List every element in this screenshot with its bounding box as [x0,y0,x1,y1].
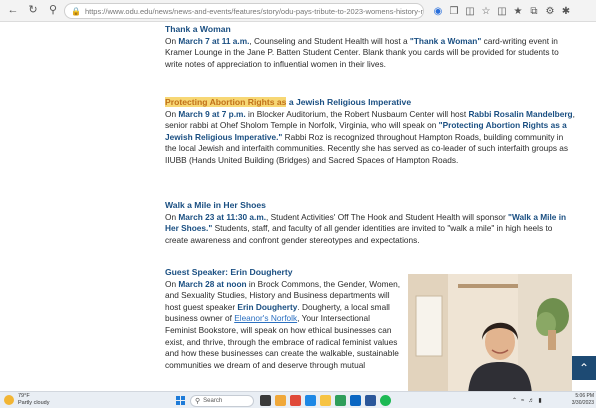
section-guest-speaker: Guest Speaker: Erin Dougherty On March 2… [165,267,401,371]
favorite-icon[interactable]: ☆ [478,3,494,19]
split-screen-icon[interactable]: ◫ [462,3,478,19]
favorites-list-icon[interactable]: ★ [510,3,526,19]
section-heading: Thank a Woman [165,24,231,34]
copilot-icon[interactable]: ✱ [558,3,574,19]
section-body: On March 23 at 11:30 a.m., Student Activ… [165,212,575,247]
search-label: Search [203,397,223,404]
body-text: Students, staff, and faculty of all gend… [165,223,553,245]
highlighted-text: Protecting Abortion Rights as [165,97,287,107]
body-text: , Counseling and Student Health will hos… [249,35,410,46]
sidebar-icon[interactable]: ◫ [494,3,510,19]
search-icon: ⚲ [195,397,201,405]
chevron-up-icon: ⌃ [578,361,590,375]
bold-text: March 23 at 11:30 a.m. [178,211,267,222]
bold-text: Erin Dougherty [237,301,298,312]
body-text: , Student Activities' Off The Hook and S… [266,211,509,222]
reload-icon[interactable]: ↻ [26,4,40,18]
bold-text: "Thank a Woman" [409,35,482,46]
collections-icon[interactable]: ⧉ [526,3,542,19]
chevron-up-icon[interactable]: ⌃ [512,397,517,404]
edge-icon[interactable] [305,395,316,406]
body-text: On [165,278,179,289]
bold-text: Rabbi Rosalin Mandelberg [468,108,573,119]
address-bar[interactable]: 🔒 https://www.odu.edu/news/news-and-even… [64,3,424,19]
spotify-icon[interactable] [380,395,391,406]
folder-icon[interactable] [320,395,331,406]
body-text: On [165,211,179,222]
browser-toolbar: ← ↻ ⚲ 🔒 https://www.odu.edu/news/news-an… [0,0,596,22]
section-walk-a-mile: Walk a Mile in Her Shoes On March 23 at … [165,200,575,246]
scroll-to-top-button[interactable]: ⌃ [572,356,596,380]
file-explorer-icon[interactable] [275,395,286,406]
body-text: in Blocker Auditorium, the Robert Nusbau… [245,108,469,119]
heading-rest: a Jewish Religious Imperative [286,97,412,107]
weather-icon [4,394,14,405]
speaker-photo-image [408,274,572,394]
store-icon[interactable] [335,395,346,406]
section-heading: Guest Speaker: Erin Dougherty [165,267,293,277]
clock-date: 3/30/2023 [571,399,594,406]
section-body: On March 28 at noon in Brock Commons, th… [165,279,401,372]
start-button[interactable] [176,395,186,406]
section-body: On March 9 at 7 p.m. in Blocker Auditori… [165,109,575,167]
section-body: On March 7 at 11 a.m., Counseling and St… [165,36,575,71]
body-text: On [165,108,179,119]
word-icon[interactable] [365,395,376,406]
lock-icon: 🔒 [71,6,81,16]
url-text: https://www.odu.edu/news/news-and-events… [84,6,424,16]
section-heading: Walk a Mile in Her Shoes [165,200,266,210]
bookstore-link[interactable]: Eleanor's Norfolk [234,313,297,323]
taskbar-search[interactable]: ⚲ Search [190,394,254,407]
taskbar: 79°F Partly cloudy ⚲ Search ⌃ ≈ ♬ ▮ 5:06… [0,391,596,408]
search-icon[interactable]: ⚲ [46,4,60,18]
section-heading: Protecting Abortion Rights as a Jewish R… [165,97,575,109]
extension-icon[interactable]: ◉ [430,3,446,19]
bold-text: March 9 at 7 p.m. [178,108,246,119]
back-icon[interactable]: ← [6,4,20,18]
task-view-icon[interactable] [260,395,271,406]
mail-icon[interactable] [350,395,361,406]
read-aloud-icon[interactable]: ❒ [446,3,462,19]
extensions-icon[interactable]: ⚙ [542,3,558,19]
bold-text: March 7 at 11 a.m. [178,35,250,46]
weather-desc: Partly cloudy [18,399,50,406]
section-thank-a-woman: Thank a Woman On March 7 at 11 a.m., Cou… [165,24,575,70]
body-text: On [165,35,179,46]
system-clock[interactable]: 5:06 PM 3/30/2023 [568,393,594,406]
bold-text: March 28 at noon [178,278,247,289]
speaker-photo [408,274,572,394]
battery-icon[interactable]: ▮ [538,397,541,404]
volume-icon[interactable]: ♬ [528,398,534,404]
chrome-icon[interactable] [290,395,301,406]
weather-widget[interactable]: 79°F Partly cloudy [4,393,50,406]
wifi-icon[interactable]: ≈ [521,398,524,404]
section-abortion-rights: Protecting Abortion Rights as a Jewish R… [165,97,575,167]
